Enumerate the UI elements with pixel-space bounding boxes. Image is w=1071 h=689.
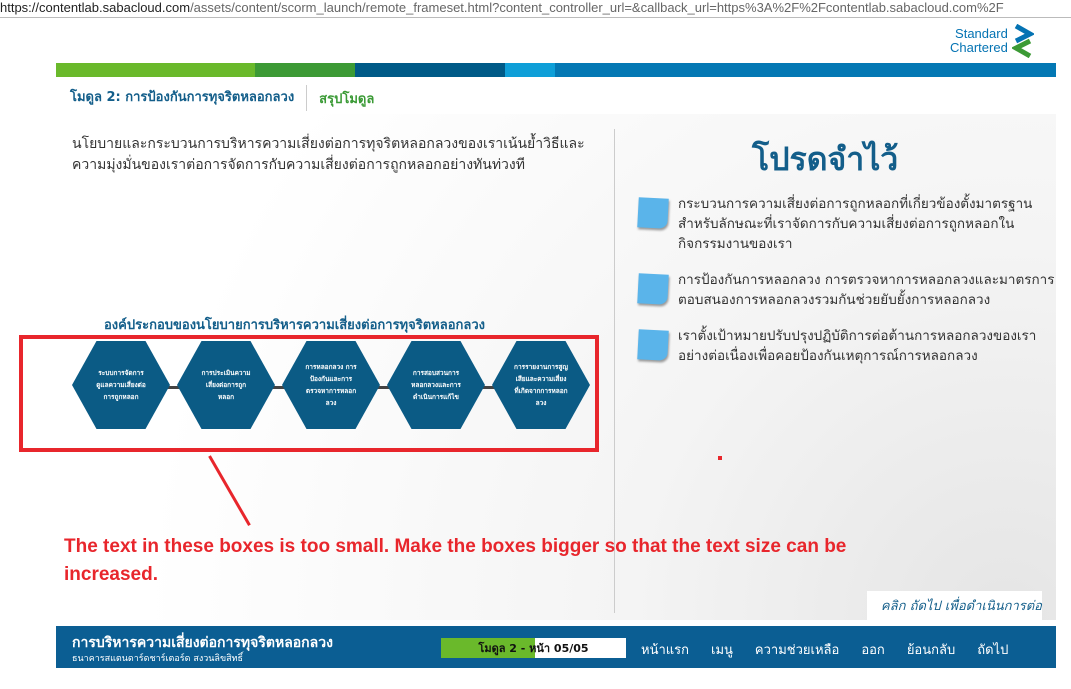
remember-list: กระบวนการความเสี่ยงต่อการถูกหลอกที่เกี่ย…	[637, 194, 1058, 382]
nav-next[interactable]: ถัดไป	[977, 639, 1008, 660]
bullet-text: กระบวนการความเสี่ยงต่อการถูกหลอกที่เกี่ย…	[678, 196, 1033, 252]
list-item: กระบวนการความเสี่ยงต่อการถูกหลอกที่เกี่ย…	[637, 194, 1058, 254]
diagram-title: องค์ประกอบของนโยบายการบริหารความเสี่ยงต่…	[104, 318, 485, 333]
nav-menu[interactable]: เมนู	[711, 639, 733, 660]
policy-diagram: ระบบการจัดการดูแลความเสี่ยงต่อการถูกหลอก…	[72, 341, 592, 433]
progress-indicator: โมดูล 2 - หน้า 05/05	[441, 638, 626, 658]
sticky-note-icon	[637, 197, 669, 229]
sticky-note-icon	[637, 273, 669, 305]
section-title: สรุปโมดูล	[319, 91, 375, 107]
copyright: ธนาคารสแตนดาร์ดชาร์เตอร์ด สงวนลิขสิทธิ์	[72, 654, 244, 664]
sticky-note-icon	[637, 329, 669, 361]
color-bar	[56, 63, 1056, 77]
review-annotation: The text in these boxes is too small. Ma…	[64, 536, 847, 585]
nav-home[interactable]: หน้าแรก	[641, 639, 689, 660]
browser-url-bar[interactable]: https://contentlab.sabacloud.com/assets/…	[0, 0, 1071, 18]
footer-bar: การบริหารความเสี่ยงต่อการทุจริตหลอกลวง ธ…	[56, 626, 1056, 668]
standard-chartered-logo: Standard Chartered	[950, 24, 1034, 58]
bullet-text: การป้องกันการหลอกลวง การตรวจหาการหลอกลวง…	[678, 272, 1055, 308]
list-item: การป้องกันการหลอกลวง การตรวจหาการหลอกลวง…	[637, 270, 1058, 310]
module-title: โมดูล 2: การป้องกันการทุจริตหลอกลวง	[56, 85, 308, 111]
nav-help[interactable]: ความช่วยเหลือ	[755, 639, 839, 660]
url-path: /assets/content/scorm_launch/remote_fram…	[190, 0, 1004, 15]
nav-exit[interactable]: ออก	[861, 639, 885, 660]
logo-swirl-icon	[1011, 24, 1034, 58]
logo-line1: Standard	[955, 26, 1008, 41]
click-next-hint: คลิก ถัดไป เพื่อดำเนินการต่อ	[866, 591, 1042, 620]
progress-label: โมดูล 2 - หน้า 05/05	[478, 642, 589, 655]
hexagon-item: การประเมินความเสี่ยงต่อการถูกหลอก	[177, 341, 275, 429]
url-domain: https://contentlab.sabacloud.com	[0, 0, 191, 15]
footer-nav: หน้าแรก เมนู ความช่วยเหลือ ออก ย้อนกลับ …	[641, 639, 1008, 660]
bullet-text: เราตั้งเป้าหมายปรับปรุงปฏิบัติการต่อต้าน…	[678, 328, 1037, 364]
hexagon-item: การหลอกลวง การป้องกันและการตรวจหาการหลอก…	[282, 341, 380, 429]
intro-text: นโยบายและกระบวนการบริหารความเสี่ยงต่อการ…	[72, 136, 585, 173]
logo-line2: Chartered	[950, 40, 1008, 55]
hexagon-item: การสอบสวนการหลอกลวงและการดำเนินการแก้ไข	[387, 341, 485, 429]
list-item: เราตั้งเป้าหมายปรับปรุงปฏิบัติการต่อต้าน…	[637, 326, 1058, 366]
remember-title: โปรดจำไว้	[752, 140, 899, 178]
hexagon-item: การรายงานการสูญเสียและความเสี่ยงที่เกิดจ…	[492, 341, 590, 429]
annotation-dot	[718, 456, 722, 460]
breadcrumb: โมดูล 2: การป้องกันการทุจริตหลอกลวง สรุป…	[56, 82, 1056, 114]
hexagon-item: ระบบการจัดการดูแลความเสี่ยงต่อการถูกหลอก	[72, 341, 170, 429]
nav-back[interactable]: ย้อนกลับ	[907, 639, 955, 660]
